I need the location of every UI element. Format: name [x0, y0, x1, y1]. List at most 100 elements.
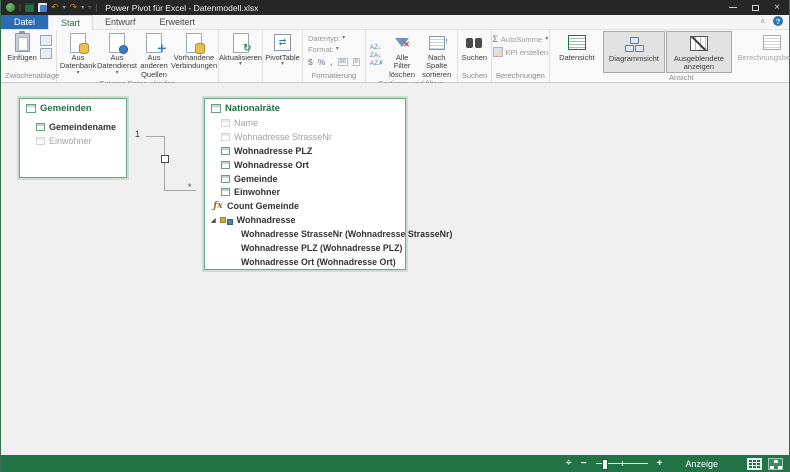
field-label: Name — [234, 117, 259, 128]
group-suchen: Suchen Suchen — [458, 30, 492, 82]
diagram-view-toggle-icon[interactable] — [768, 457, 783, 470]
column-icon — [221, 174, 230, 183]
ausgeblendete-anzeigen-button[interactable]: Ausgeblendete anzeigen — [665, 31, 732, 73]
field-label: Wohnadresse — [236, 215, 296, 226]
column-icon — [36, 137, 45, 146]
relationship-line[interactable] — [164, 136, 165, 190]
ausgeblendete-anzeigen-label: Ausgeblendete anzeigen — [673, 54, 724, 72]
nach-spalte-sortieren-label: Nach Spalte sortieren — [422, 53, 452, 79]
field-wohnadresse-strassenr[interactable]: Wohnadresse StrasseNr — [205, 130, 405, 144]
collapse-ribbon-icon[interactable]: ˄ — [760, 17, 765, 26]
collapse-hierarchy-icon[interactable]: ◢ — [211, 217, 216, 224]
berechnungsbereich-button[interactable]: Berechnungsbereich — [733, 31, 790, 73]
hierarchy-wohnadresse[interactable]: ◢ Wohnadresse — [205, 213, 405, 227]
suchen-label: Suchen — [461, 53, 488, 62]
table-header[interactable]: Nationalräte — [205, 99, 405, 116]
paste-special-icon[interactable] — [40, 48, 52, 59]
copy-icon[interactable] — [40, 35, 52, 46]
restore-button[interactable] — [752, 4, 760, 11]
paste-button[interactable]: Einfügen — [5, 31, 39, 71]
aus-datenbank-button[interactable]: Aus Datenbank ▾ — [59, 31, 97, 79]
group-ansicht: Datensicht Diagrammsicht Ausgeblendete a — [550, 30, 790, 82]
database-icon — [70, 32, 89, 54]
zoom-slider[interactable] — [595, 459, 648, 470]
measure-count-gemeinde[interactable]: ƒx Count Gemeinde — [205, 199, 405, 213]
field-label: Gemeinde — [234, 173, 278, 184]
field-name[interactable]: Name — [205, 116, 405, 130]
kpi-erstellen-label: KPI erstellen — [505, 47, 549, 57]
existing-connections-icon — [186, 32, 205, 54]
datensicht-button[interactable]: Datensicht — [552, 31, 602, 73]
percent-format-button[interactable]: % — [318, 57, 326, 67]
field-gemeindename[interactable]: Gemeindename — [20, 120, 126, 134]
increase-decimal-button[interactable]: 00 — [337, 58, 348, 66]
redo-dropdown-icon[interactable]: ▾ — [81, 4, 84, 11]
save-icon[interactable] — [38, 3, 48, 12]
kpi-icon — [492, 47, 503, 57]
nach-spalte-sortieren-button[interactable]: Nach Spalte sortieren — [419, 31, 455, 79]
sort-descending-icon[interactable]: ZA↓ — [370, 52, 384, 59]
data-view-toggle-icon[interactable] — [747, 457, 762, 470]
ribbon-tab-row: Datei Start Entwurf Erweitert ˄ ? — [1, 15, 789, 30]
excel-window-icon[interactable] — [25, 3, 35, 12]
relationship-line[interactable] — [146, 136, 164, 137]
zoom-slider-handle[interactable] — [601, 459, 608, 470]
aktualisieren-button[interactable]: ↻ Aktualisieren ▾ — [219, 31, 262, 80]
hierarchy-child-plz[interactable]: Wohnadresse PLZ (Wohnadresse PLZ) — [205, 241, 405, 255]
tab-entwurf[interactable]: Entwurf — [93, 15, 148, 29]
pivottable-button[interactable]: ⇄ PivotTable ▾ — [264, 31, 301, 80]
close-button[interactable]: × — [774, 2, 780, 13]
separator: | — [19, 3, 22, 12]
alle-filter-loeschen-button[interactable]: Alle Filter löschen — [387, 31, 418, 79]
undo-dropdown-icon[interactable]: ▾ — [63, 4, 66, 11]
ribbon: Einfügen Zwischenablage Aus Datenbank ▾ … — [1, 30, 790, 88]
decrease-decimal-button[interactable]: 0 — [352, 58, 360, 66]
table-header[interactable]: Gemeinden — [20, 99, 126, 116]
field-einwohner[interactable]: Einwohner — [205, 186, 405, 200]
aus-anderen-quellen-button[interactable]: ✛ Aus anderen Quellen — [137, 31, 171, 79]
hierarchy-child-ort[interactable]: Wohnadresse Ort (Wohnadresse Ort) — [205, 255, 405, 269]
table-gemeinden[interactable]: Gemeinden Gemeindename Einwohner — [19, 98, 127, 178]
tab-erweitert[interactable]: Erweitert — [148, 15, 208, 29]
diagram-canvas[interactable]: Gemeinden Gemeindename Einwohner Nationa… — [1, 83, 789, 455]
vorhandene-verbindungen-button[interactable]: Vorhandene Verbindungen — [171, 31, 217, 79]
group-label: Berechnungen — [495, 71, 545, 80]
relationship-many-label: * — [188, 182, 192, 192]
hierarchy-child-strassenr[interactable]: Wohnadresse StrasseNr (Wohnadresse Stras… — [205, 227, 452, 241]
thousands-format-button[interactable]: , — [330, 57, 332, 67]
aus-datendienst-button[interactable]: Aus Datendienst ▾ — [97, 31, 137, 79]
table-nationalraete[interactable]: Nationalräte Name Wohnadresse StrasseNr … — [204, 98, 452, 270]
field-gemeinde[interactable]: Gemeinde — [205, 172, 405, 186]
sort-ascending-icon[interactable]: AZ↓ — [370, 44, 384, 51]
help-icon[interactable]: ? — [773, 16, 783, 26]
paste-label: Einfügen — [7, 53, 37, 62]
autosumme-button[interactable]: Σ AutoSumme ▾ — [493, 34, 549, 44]
suchen-button[interactable]: Suchen — [460, 31, 489, 71]
tab-start[interactable]: Start — [48, 15, 94, 30]
diagrammsicht-button[interactable]: Diagrammsicht — [602, 31, 665, 73]
field-label: Wohnadresse PLZ (Wohnadresse PLZ) — [241, 243, 403, 254]
tab-datei[interactable]: Datei — [1, 15, 49, 29]
kpi-erstellen-button[interactable]: KPI erstellen — [492, 47, 549, 57]
autosumme-label: AutoSumme — [500, 34, 543, 44]
redo-icon[interactable]: ↷ — [70, 3, 78, 12]
relationship-one-label: 1 — [135, 129, 141, 139]
fit-to-screen-icon[interactable]: ⌖ — [566, 458, 572, 469]
zoom-out-button[interactable]: − — [581, 458, 587, 469]
relationship-handle[interactable] — [161, 155, 169, 163]
field-label: Wohnadresse PLZ — [234, 145, 313, 156]
clear-sort-icon[interactable]: AZ✗ — [370, 60, 384, 67]
app-icon — [6, 3, 15, 12]
field-wohnadresse-plz[interactable]: Wohnadresse PLZ — [205, 144, 405, 158]
undo-icon[interactable]: ↶ — [51, 3, 59, 12]
field-label: Wohnadresse Ort — [234, 159, 309, 170]
field-label: Count Gemeinde — [227, 201, 300, 212]
minimize-button[interactable] — [729, 7, 738, 8]
qat-customize-icon[interactable]: ▿ — [88, 4, 91, 11]
zoom-in-button[interactable]: + — [657, 458, 663, 469]
field-wohnadresse-ort[interactable]: Wohnadresse Ort — [205, 158, 405, 172]
currency-format-button[interactable]: $ — [308, 57, 313, 67]
aus-datenbank-label: Aus Datenbank — [59, 53, 97, 71]
field-einwohner[interactable]: Einwohner — [20, 134, 126, 148]
table-name: Nationalräte — [225, 103, 280, 114]
